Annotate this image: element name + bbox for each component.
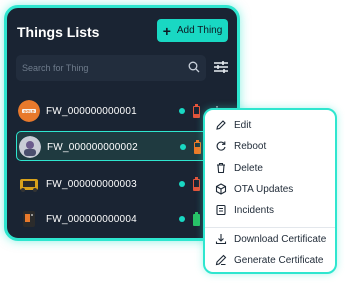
panel-title: Things Lists xyxy=(17,24,100,40)
thing-name: FW_000000000004 xyxy=(46,214,137,225)
thing-name: FW_000000000002 xyxy=(47,142,138,153)
search-input[interactable]: Search for Thing xyxy=(16,55,206,81)
menu-item-label: Reboot xyxy=(234,140,267,152)
thing-avatar xyxy=(18,208,40,230)
menu-item-ota-updates[interactable]: OTA Updates xyxy=(215,180,293,198)
online-status-dot xyxy=(179,216,185,222)
menu-item-reboot[interactable]: Reboot xyxy=(215,137,266,155)
battery-icon xyxy=(194,140,201,154)
menu-item-download-certificate[interactable]: Download Certificate xyxy=(215,230,326,248)
svg-text:GOLD: GOLD xyxy=(24,109,35,113)
pen-icon xyxy=(215,254,227,266)
trash-icon xyxy=(217,162,225,174)
download-icon xyxy=(215,234,227,245)
menu-item-label: Download Certificate xyxy=(234,233,327,245)
thing-avatar: GOLD xyxy=(18,100,40,122)
online-status-dot xyxy=(179,108,185,114)
menu-item-label: Generate Certificate xyxy=(234,254,324,266)
battery-icon xyxy=(193,177,200,191)
menu-item-label: Incidents xyxy=(234,204,275,216)
menu-item-label: Delete xyxy=(234,162,263,174)
menu-item-incidents[interactable]: Incidents xyxy=(215,201,274,219)
context-menu: Edit Reboot Delete OTA Updates Incidents… xyxy=(203,108,337,274)
add-thing-button[interactable]: + Add Thing xyxy=(157,19,228,42)
search-icon xyxy=(188,61,200,73)
filter-icon[interactable] xyxy=(213,60,229,74)
thing-avatar xyxy=(19,136,41,158)
online-status-dot xyxy=(179,181,185,187)
menu-divider xyxy=(205,227,335,228)
online-status-dot xyxy=(180,144,186,150)
thing-name: FW_000000000003 xyxy=(46,179,137,190)
plus-icon: + xyxy=(162,22,171,39)
menu-item-generate-certificate[interactable]: Generate Certificate xyxy=(215,251,324,269)
battery-icon xyxy=(193,212,200,226)
thing-avatar xyxy=(18,173,40,195)
pencil-icon xyxy=(216,120,226,130)
add-thing-label: Add Thing xyxy=(176,25,223,36)
menu-item-label: OTA Updates xyxy=(234,183,294,195)
document-icon xyxy=(216,204,226,216)
menu-item-edit[interactable]: Edit xyxy=(215,116,251,134)
battery-icon xyxy=(193,104,200,118)
thing-name: FW_000000000001 xyxy=(46,106,137,117)
menu-item-delete[interactable]: Delete xyxy=(215,159,263,177)
box-icon xyxy=(215,183,227,195)
refresh-icon xyxy=(216,141,226,151)
menu-item-label: Edit xyxy=(234,119,252,131)
search-placeholder: Search for Thing xyxy=(22,63,89,73)
